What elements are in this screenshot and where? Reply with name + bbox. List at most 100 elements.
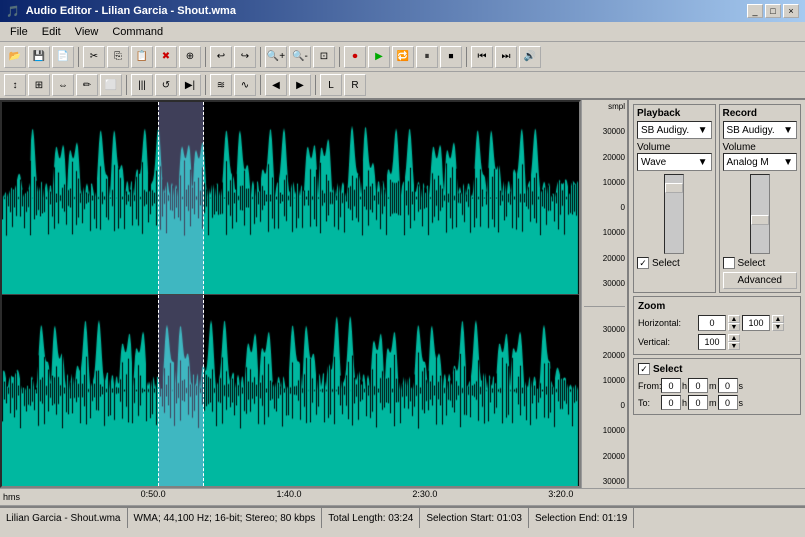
tool-erase[interactable]: ⬜ [100, 74, 122, 96]
playback-slider-container [637, 174, 712, 254]
time-mark-1: 0:50.0 [141, 489, 166, 499]
marker-button[interactable]: ▶| [179, 74, 201, 96]
tool-select[interactable]: ↕ [4, 74, 26, 96]
copy-button[interactable]: ⎘ [107, 46, 129, 68]
from-m-input[interactable] [688, 378, 708, 393]
zoom-h-spinners: ▲ ▼ [728, 315, 740, 331]
wave-button[interactable]: ∿ [234, 74, 256, 96]
zoom-all-button[interactable]: ⊡ [313, 46, 335, 68]
redo-button[interactable]: ↪ [234, 46, 256, 68]
record-select-checkbox[interactable] [723, 257, 735, 269]
scale-20000-bot3: 20000 [584, 452, 625, 461]
from-m-label: m [709, 381, 717, 391]
status-filename: Lilian Garcia - Shout.wma [0, 508, 128, 528]
select-section: ✓ Select From: h m s To: h m s [633, 358, 801, 415]
to-h-label: h [682, 398, 687, 408]
fast-forward-button[interactable]: ⏭ [495, 46, 517, 68]
menu-command[interactable]: Command [106, 25, 169, 39]
tool-pan[interactable]: ⇔ [52, 74, 74, 96]
record-device-dropdown[interactable]: SB Audigy. ▼ [723, 121, 798, 139]
from-h-label: h [682, 381, 687, 391]
zoom-in-button[interactable]: 🔍+ [265, 46, 287, 68]
mix-button[interactable]: ⊕ [179, 46, 201, 68]
zoom-h-up2-button[interactable]: ▲ [772, 315, 784, 323]
time-mark-3: 2:30.0 [412, 489, 437, 499]
playback-select-checkbox[interactable]: ✓ [637, 257, 649, 269]
main-area: smpl 30000 20000 10000 0 10000 20000 300… [0, 100, 805, 488]
playback-volume-dropdown[interactable]: Wave ▼ [637, 153, 712, 171]
open-button[interactable]: 📂 [4, 46, 26, 68]
loop-button[interactable]: 🔁 [392, 46, 414, 68]
loop2-button[interactable]: ↺ [155, 74, 177, 96]
cut-button[interactable]: ✂ [83, 46, 105, 68]
spectrum-button[interactable]: ≋ [210, 74, 232, 96]
waveform-bottom[interactable] [2, 295, 579, 487]
stop-button[interactable]: ⏹ [440, 46, 462, 68]
menu-file[interactable]: File [4, 25, 34, 39]
record-slider-thumb[interactable] [751, 215, 769, 225]
maximize-button[interactable]: □ [765, 4, 781, 18]
advanced-button[interactable]: Advanced [723, 272, 798, 289]
zoom-h-down2-button[interactable]: ▼ [772, 323, 784, 331]
zoom-horizontal-pct[interactable] [742, 315, 770, 331]
app-icon: 🎵 [6, 5, 20, 18]
tool-zoom[interactable]: ⊞ [28, 74, 50, 96]
save-button[interactable]: 💾 [28, 46, 50, 68]
playback-select-row: ✓ Select [637, 257, 712, 269]
ch-left[interactable]: L [320, 74, 342, 96]
waveform-top[interactable] [2, 102, 579, 295]
window-title: Audio Editor - Lilian Garcia - Shout.wma [26, 5, 236, 17]
prev-mark[interactable]: ◀ [265, 74, 287, 96]
playback-volume-slider[interactable] [664, 174, 684, 254]
zoom-vertical-value[interactable] [698, 334, 726, 350]
ch-right[interactable]: R [344, 74, 366, 96]
menu-view[interactable]: View [69, 25, 105, 39]
window-controls: _ □ × [747, 4, 799, 18]
select-checkbox[interactable]: ✓ [638, 363, 650, 375]
time-mark-2: 1:40.0 [277, 489, 302, 499]
from-s-input[interactable] [718, 378, 738, 393]
snap-button[interactable]: ||| [131, 74, 153, 96]
zoom-out-button[interactable]: 🔍- [289, 46, 311, 68]
to-h-input[interactable] [661, 395, 681, 410]
from-h-input[interactable] [661, 378, 681, 393]
selection-overlay-top [158, 102, 204, 294]
sep4 [339, 47, 340, 67]
play-button[interactable]: ▶ [368, 46, 390, 68]
sep1 [78, 47, 79, 67]
delete-button[interactable]: ✖ [155, 46, 177, 68]
playback-device-dropdown[interactable]: SB Audigy. ▼ [637, 121, 712, 139]
playback-select-label: Select [652, 258, 680, 269]
to-row: To: h m s [638, 395, 796, 410]
scale-10000-top: 10000 [584, 178, 625, 187]
toolbar-secondary: ↕ ⊞ ⇔ ✏ ⬜ ||| ↺ ▶| ≋ ∿ ◀ ▶ L R [0, 72, 805, 100]
record-button[interactable]: ⏺ [344, 46, 366, 68]
rewind-button[interactable]: ⏮ [471, 46, 493, 68]
next-mark[interactable]: ▶ [289, 74, 311, 96]
from-row: From: h m s [638, 378, 796, 393]
volume-button[interactable]: 🔊 [519, 46, 541, 68]
right-panel: Playback SB Audigy. ▼ Volume Wave ▼ [627, 100, 805, 488]
zoom-horizontal-start[interactable] [698, 315, 726, 331]
minimize-button[interactable]: _ [747, 4, 763, 18]
menu-edit[interactable]: Edit [36, 25, 67, 39]
close-button[interactable]: × [783, 4, 799, 18]
playback-slider-thumb[interactable] [665, 183, 683, 193]
zoom-v-spinners: ▲ ▼ [728, 334, 740, 350]
record-volume-dropdown[interactable]: Analog M ▼ [723, 153, 798, 171]
zoom-vertical-label: Vertical: [638, 337, 696, 347]
to-s-label: s [739, 398, 744, 408]
paste-button[interactable]: 📋 [131, 46, 153, 68]
tool-draw[interactable]: ✏ [76, 74, 98, 96]
status-total-length: Total Length: 03:24 [322, 508, 420, 528]
undo-button[interactable]: ↩ [210, 46, 232, 68]
zoom-v-down-button[interactable]: ▼ [728, 342, 740, 350]
to-m-input[interactable] [688, 395, 708, 410]
pause-button[interactable]: ⏸ [416, 46, 438, 68]
record-volume-slider[interactable] [750, 174, 770, 254]
zoom-h-up-button[interactable]: ▲ [728, 315, 740, 323]
zoom-v-up-button[interactable]: ▲ [728, 334, 740, 342]
zoom-h-down-button[interactable]: ▼ [728, 323, 740, 331]
new-button[interactable]: 📄 [52, 46, 74, 68]
to-s-input[interactable] [718, 395, 738, 410]
